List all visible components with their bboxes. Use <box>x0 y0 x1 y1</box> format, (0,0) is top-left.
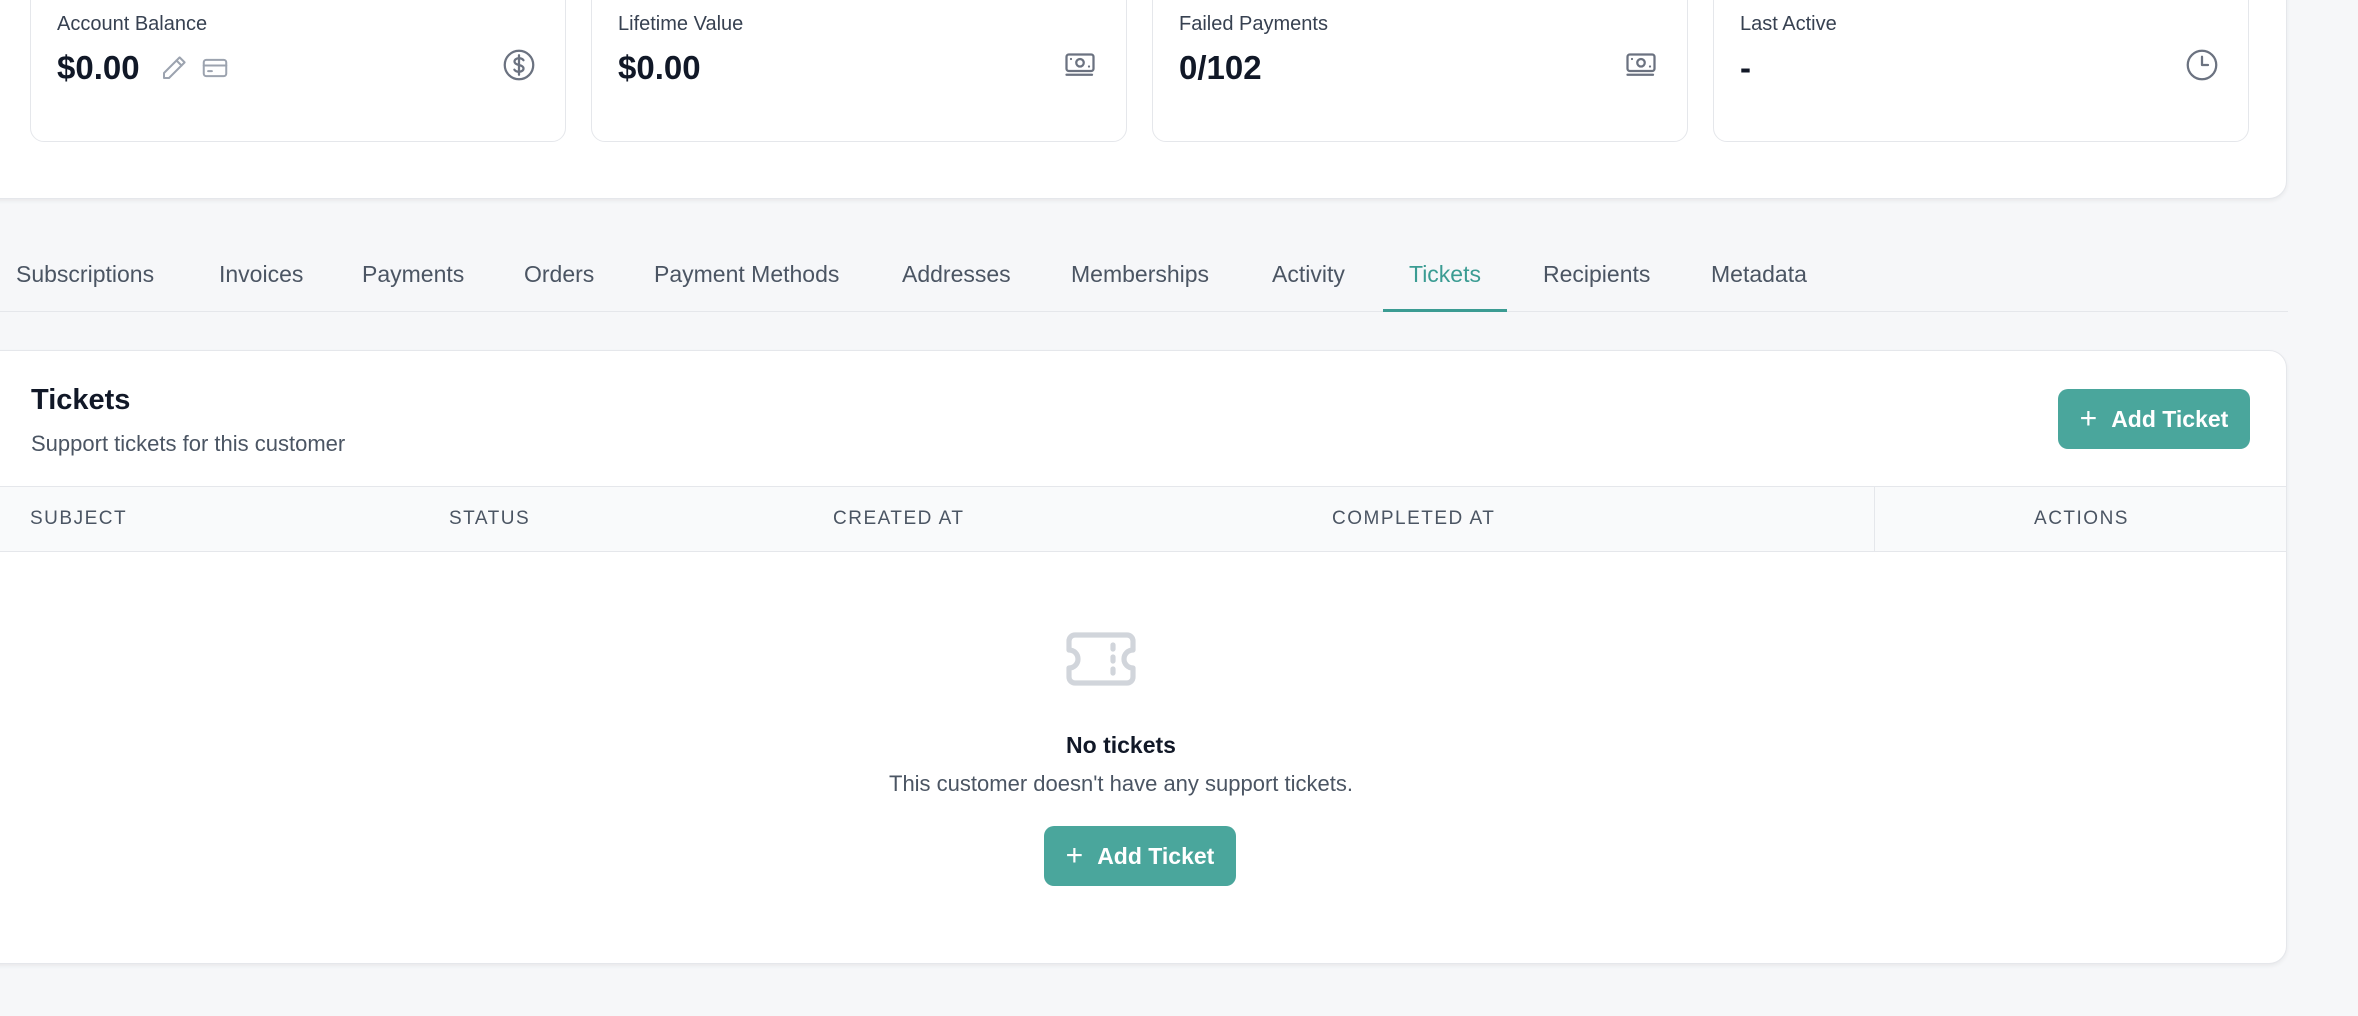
empty-add-ticket-button-label: Add Ticket <box>1097 842 1215 869</box>
tickets-card: Tickets Support tickets for this custome… <box>0 350 2287 964</box>
tab-tickets[interactable]: Tickets <box>1383 236 1507 312</box>
ticket-icon <box>1065 631 1137 687</box>
pencil-icon[interactable] <box>159 53 189 83</box>
failed-payments-label: Failed Payments <box>1179 13 1328 35</box>
column-status[interactable]: STATUS <box>449 487 530 551</box>
empty-state-title: No tickets <box>1066 732 1176 758</box>
tickets-title: Tickets <box>31 384 131 416</box>
customer-tabs: Subscriptions Invoices Payments Orders P… <box>0 236 2288 312</box>
column-completed-at[interactable]: COMPLETED AT <box>1332 487 1495 551</box>
tab-orders[interactable]: Orders <box>498 236 620 312</box>
account-balance-value: $0.00 <box>57 49 140 86</box>
account-balance-label: Account Balance <box>57 13 208 35</box>
tab-activity[interactable]: Activity <box>1246 236 1371 312</box>
stats-panel: Account Balance $0.00 Lifetime Value $0.… <box>0 0 2287 199</box>
tab-addresses[interactable]: Addresses <box>876 236 1037 312</box>
plus-icon: + <box>2079 402 2098 435</box>
clock-icon <box>2184 47 2220 83</box>
tab-invoices[interactable]: Invoices <box>193 236 329 312</box>
tab-recipients[interactable]: Recipients <box>1517 236 1676 312</box>
column-created-at[interactable]: CREATED AT <box>833 487 964 551</box>
account-balance-card: Account Balance $0.00 <box>30 0 566 142</box>
tickets-subtitle: Support tickets for this customer <box>31 431 346 456</box>
tab-subscriptions[interactable]: Subscriptions <box>0 236 180 312</box>
lifetime-value-value: $0.00 <box>618 49 701 86</box>
lifetime-value-label: Lifetime Value <box>618 13 744 35</box>
last-active-label: Last Active <box>1740 13 1837 35</box>
tab-payment-methods[interactable]: Payment Methods <box>628 236 865 312</box>
banknote-icon <box>1623 47 1659 83</box>
credit-card-icon[interactable] <box>200 53 230 83</box>
plus-icon: + <box>1065 839 1084 872</box>
failed-payments-card: Failed Payments 0/102 <box>1152 0 1688 142</box>
failed-payments-value: 0/102 <box>1179 49 1262 86</box>
add-ticket-button-label: Add Ticket <box>2111 405 2229 432</box>
empty-state-description: This customer doesn't have any support t… <box>889 771 1353 796</box>
lifetime-value-card: Lifetime Value $0.00 <box>591 0 1127 142</box>
empty-add-ticket-button[interactable]: + Add Ticket <box>1044 826 1236 886</box>
column-subject[interactable]: SUBJECT <box>30 487 127 551</box>
tab-metadata[interactable]: Metadata <box>1685 236 1833 312</box>
column-actions: ACTIONS <box>1874 487 2286 551</box>
add-ticket-button[interactable]: + Add Ticket <box>2058 389 2250 449</box>
tab-memberships[interactable]: Memberships <box>1045 236 1235 312</box>
tab-payments[interactable]: Payments <box>336 236 490 312</box>
last-active-card: Last Active - <box>1713 0 2249 142</box>
tickets-table-header: SUBJECT STATUS CREATED AT COMPLETED AT A… <box>0 486 2286 552</box>
last-active-value: - <box>1740 49 1751 86</box>
banknote-icon <box>1062 47 1098 83</box>
dollar-circle-icon <box>501 47 537 83</box>
